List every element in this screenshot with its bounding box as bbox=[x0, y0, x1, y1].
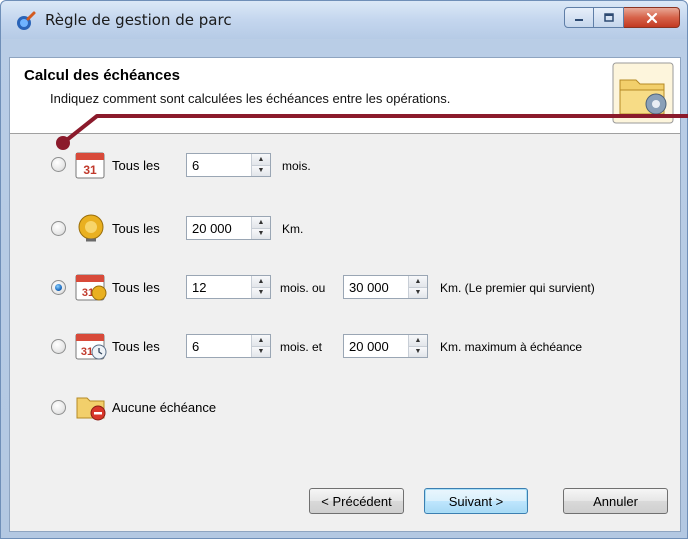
unit-label: mois. bbox=[282, 159, 311, 173]
months-value[interactable]: 12 bbox=[187, 276, 251, 298]
radio-months-and-km[interactable] bbox=[51, 339, 66, 354]
unit-label: Km. maximum à échéance bbox=[440, 340, 583, 354]
option-row-no-deadline: Aucune échéance bbox=[10, 392, 680, 424]
option-row-months: 31 Tous les 6 ▲ ▼ mois. bbox=[10, 150, 680, 182]
spin-down-button[interactable]: ▼ bbox=[252, 287, 270, 298]
spin-up-button[interactable]: ▲ bbox=[252, 154, 270, 166]
svg-text:31: 31 bbox=[83, 163, 97, 177]
calendar-icon: 31 bbox=[75, 152, 105, 179]
km-value[interactable]: 20 000 bbox=[187, 217, 251, 239]
minimize-icon bbox=[575, 18, 583, 21]
spin-up-button[interactable]: ▲ bbox=[409, 335, 427, 347]
previous-button[interactable]: < Précédent bbox=[309, 488, 404, 514]
folder-gear-icon bbox=[612, 62, 674, 124]
next-button[interactable]: Suivant > bbox=[424, 488, 528, 514]
page-subtitle: Indiquez comment sont calculées les éché… bbox=[50, 91, 451, 106]
calendar-odometer-icon: 31 bbox=[75, 274, 107, 301]
odometer-icon bbox=[78, 214, 104, 242]
window-title: Règle de gestion de parc bbox=[45, 11, 232, 29]
radio-no-deadline[interactable] bbox=[51, 400, 66, 415]
option-row-months-and-km: 31 Tous les 6 ▲ ▼ mois. et 20 000 ▲ ▼ Km. … bbox=[10, 331, 680, 363]
spin-down-button[interactable]: ▼ bbox=[409, 346, 427, 357]
option-label: Aucune échéance bbox=[112, 400, 217, 415]
km-spinner[interactable]: 20 000 ▲ ▼ bbox=[343, 334, 428, 358]
spin-down-button[interactable]: ▼ bbox=[409, 287, 427, 298]
spin-down-button[interactable]: ▼ bbox=[252, 228, 270, 239]
wizard-header: Calcul des échéances Indiquez comment so… bbox=[10, 58, 680, 134]
spin-down-button[interactable]: ▼ bbox=[252, 346, 270, 357]
option-row-months-or-km: 31 Tous les 12 ▲ ▼ mois. ou 30 000 ▲ ▼ Km.… bbox=[10, 272, 680, 304]
spin-down-button[interactable]: ▼ bbox=[252, 165, 270, 176]
km-value[interactable]: 20 000 bbox=[344, 335, 408, 357]
wizard-window: Règle de gestion de parc Calcul des éché… bbox=[0, 0, 688, 539]
caption-buttons bbox=[564, 7, 680, 29]
unit-label: Km. bbox=[282, 222, 304, 236]
option-row-km: Tous les 20 000 ▲ ▼ Km. bbox=[10, 213, 680, 245]
close-button[interactable] bbox=[624, 7, 680, 28]
radio-km[interactable] bbox=[51, 221, 66, 236]
option-label: Tous les bbox=[112, 339, 160, 354]
minimize-button[interactable] bbox=[564, 7, 594, 28]
km-spinner[interactable]: 20 000 ▲ ▼ bbox=[186, 216, 271, 240]
radio-months[interactable] bbox=[51, 157, 66, 172]
spin-up-button[interactable]: ▲ bbox=[252, 335, 270, 347]
radio-months-or-km[interactable] bbox=[51, 280, 66, 295]
option-label: Tous les bbox=[112, 158, 160, 173]
cancel-button[interactable]: Annuler bbox=[563, 488, 668, 514]
months-spinner[interactable]: 6 ▲ ▼ bbox=[186, 334, 271, 358]
option-label: Tous les bbox=[112, 280, 160, 295]
unit-label: mois. ou bbox=[280, 281, 326, 295]
maximize-icon bbox=[603, 12, 614, 22]
spin-up-button[interactable]: ▲ bbox=[409, 276, 427, 288]
spin-up-button[interactable]: ▲ bbox=[252, 217, 270, 229]
unit-label: mois. et bbox=[280, 340, 323, 354]
unit-label: Km. (Le premier qui survient) bbox=[440, 281, 595, 295]
km-value[interactable]: 30 000 bbox=[344, 276, 408, 298]
title-bar[interactable]: Règle de gestion de parc bbox=[1, 1, 687, 39]
close-icon bbox=[646, 12, 657, 23]
spin-up-button[interactable]: ▲ bbox=[252, 276, 270, 288]
app-icon bbox=[17, 11, 36, 30]
months-spinner[interactable]: 12 ▲ ▼ bbox=[186, 275, 271, 299]
option-label: Tous les bbox=[112, 221, 160, 236]
months-spinner[interactable]: 6 ▲ ▼ bbox=[186, 153, 271, 177]
svg-text:31: 31 bbox=[81, 346, 93, 358]
radio-selected-dot bbox=[55, 284, 62, 291]
km-spinner[interactable]: 30 000 ▲ ▼ bbox=[343, 275, 428, 299]
wizard-page: Calcul des échéances Indiquez comment so… bbox=[9, 57, 681, 532]
months-value[interactable]: 6 bbox=[187, 335, 251, 357]
calendar-clock-icon: 31 bbox=[75, 333, 107, 360]
page-title: Calcul des échéances bbox=[24, 67, 180, 84]
folder-no-deadline-icon bbox=[76, 397, 106, 421]
months-value[interactable]: 6 bbox=[187, 154, 251, 176]
maximize-button[interactable] bbox=[594, 7, 624, 28]
